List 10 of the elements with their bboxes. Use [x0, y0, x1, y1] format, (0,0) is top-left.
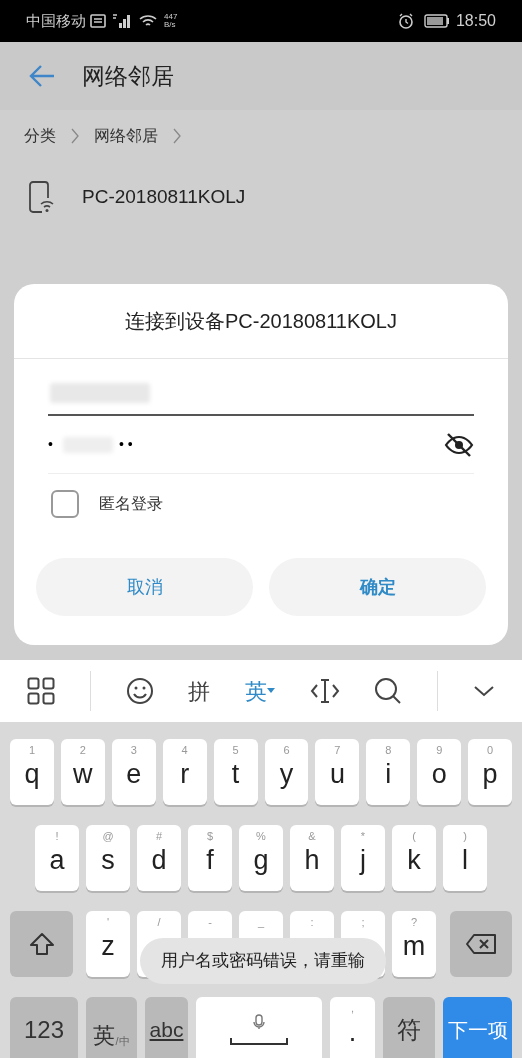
password-dots: ••	[118, 435, 137, 454]
error-toast: 用户名或密码错误，请重输	[140, 938, 386, 984]
carrier-name: 中国移动	[26, 10, 86, 31]
checkbox-label: 匿名登录	[99, 494, 163, 514]
network-speed: 447	[164, 13, 178, 21]
dialog-title: 连接到设备PC-20180811KOLJ	[125, 309, 397, 334]
password-dots: •	[48, 435, 53, 454]
speed-unit: B/s	[164, 21, 177, 29]
page-title: 网络邻居	[82, 61, 174, 91]
clock-time: 18:50	[455, 11, 496, 31]
